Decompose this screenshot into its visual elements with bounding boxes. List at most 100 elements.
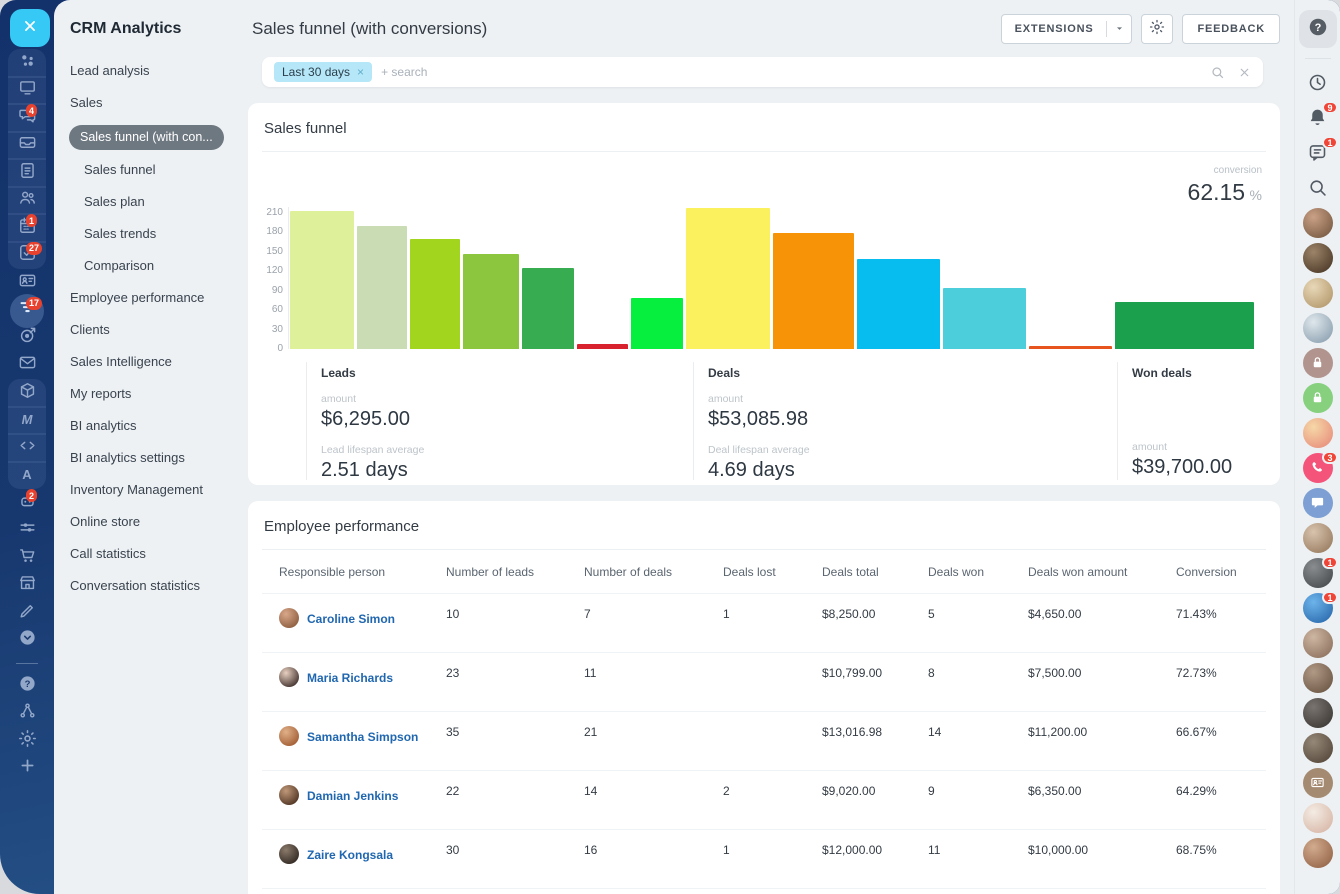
avatar[interactable] (1303, 243, 1333, 273)
person-link[interactable]: Caroline Simon (307, 612, 395, 626)
person-link[interactable]: Zaire Kongsala (307, 848, 393, 862)
person-link[interactable]: Maria Richards (307, 671, 393, 685)
nav-item[interactable]: BI analytics (70, 419, 246, 432)
rail-item-feed[interactable] (0, 77, 54, 105)
rail-item-settings[interactable] (0, 727, 54, 755)
funnel-bar-deals[interactable] (943, 288, 1026, 349)
right-rail-item-group-chat (1295, 485, 1340, 520)
help-button[interactable]: ? (1299, 10, 1337, 48)
nav-item[interactable]: Conversation statistics (70, 579, 246, 592)
rail-item-settings-sliders[interactable] (0, 517, 54, 545)
rail-item-marketing[interactable] (0, 324, 54, 352)
nav-item[interactable]: My reports (70, 387, 246, 400)
nav-item[interactable]: Employee performance (70, 291, 246, 304)
avatar[interactable] (1303, 733, 1333, 763)
rail-item-automation[interactable]: A (0, 462, 54, 490)
avatar[interactable] (1303, 418, 1333, 448)
rail-item-mail[interactable] (0, 352, 54, 380)
rail-item-calendar[interactable]: 1 (0, 214, 54, 242)
rail-item-add[interactable] (0, 755, 54, 783)
rail-item-crm[interactable]: 17 (0, 297, 54, 325)
funnel-bar-leads[interactable] (410, 239, 460, 349)
chat-people-icon[interactable] (1303, 488, 1333, 518)
nav-item[interactable]: Clients (70, 323, 246, 336)
nav-item[interactable]: Call statistics (70, 547, 246, 560)
nav-item[interactable]: Sales plan (70, 195, 246, 208)
rail-item-tasks[interactable]: 27 (0, 242, 54, 270)
column-header[interactable]: Deals won amount (1028, 565, 1176, 579)
chip-remove-icon[interactable]: × (357, 66, 364, 78)
nav-item[interactable]: Sales funnel (70, 163, 246, 176)
filter-search-bar[interactable]: Last 30 days × + search (262, 57, 1263, 87)
rail-item-more[interactable] (0, 627, 54, 655)
funnel-bar-leads[interactable] (463, 254, 519, 349)
column-header[interactable]: Number of leads (446, 565, 584, 579)
search-icon[interactable] (1210, 65, 1225, 80)
rail-item-sign[interactable] (0, 599, 54, 627)
column-header[interactable]: Deals total (822, 565, 928, 579)
person-link[interactable]: Damian Jenkins (307, 789, 398, 803)
funnel-bar-deals[interactable] (686, 208, 770, 349)
rail-item-rail-divider[interactable] (0, 654, 54, 672)
avatar[interactable] (1303, 838, 1333, 868)
rail-item-messenger[interactable]: 4 (0, 104, 54, 132)
menu-close-button[interactable] (10, 9, 50, 47)
column-header[interactable]: Conversion (1176, 565, 1266, 579)
funnel-bar-leads[interactable] (357, 226, 407, 349)
nav-item[interactable]: Comparison (70, 259, 246, 272)
avatar[interactable] (1303, 803, 1333, 833)
rail-item-contacts[interactable] (0, 269, 54, 297)
rail-item-store[interactable] (0, 544, 54, 572)
rail-item-employees[interactable] (0, 187, 54, 215)
rail-item-help[interactable]: ? (0, 672, 54, 700)
rail-item-warehouse[interactable] (0, 572, 54, 600)
lock-icon[interactable] (1303, 348, 1333, 378)
nav-item[interactable]: Sales Intelligence (70, 355, 246, 368)
chevron-down-icon[interactable] (1107, 23, 1131, 34)
column-header[interactable]: Responsible person (279, 565, 446, 579)
funnel-bar-leads[interactable] (522, 268, 574, 349)
rail-item-devops[interactable] (0, 434, 54, 462)
funnel-bar-deals[interactable] (773, 233, 854, 349)
nav-item[interactable]: Sales funnel (with con... (69, 125, 224, 150)
extensions-button[interactable]: EXTENSIONS (1001, 14, 1133, 44)
feedback-button[interactable]: FEEDBACK (1182, 14, 1280, 44)
funnel-bar-deals[interactable] (857, 259, 940, 349)
rail-item-documents[interactable] (0, 159, 54, 187)
avatar[interactable] (1303, 628, 1333, 658)
rail-item-pulse[interactable] (0, 49, 54, 77)
nav-item[interactable]: BI analytics settings (70, 451, 246, 464)
avatar[interactable] (1303, 663, 1333, 693)
avatar[interactable] (1303, 698, 1333, 728)
funnel-bar-leads[interactable] (631, 298, 683, 349)
search-icon[interactable] (1307, 177, 1328, 198)
funnel-bar-won-deals[interactable] (1115, 302, 1254, 349)
avatar[interactable] (1303, 278, 1333, 308)
funnel-bar-leads[interactable] (577, 344, 628, 349)
avatar[interactable] (1303, 313, 1333, 343)
settings-button[interactable] (1141, 14, 1173, 44)
nav-item[interactable]: Sales (70, 96, 246, 109)
nav-item[interactable]: Inventory Management (70, 483, 246, 496)
rail-item-sites[interactable] (0, 379, 54, 407)
funnel-bar-leads[interactable] (290, 211, 354, 349)
rail-item-copilot[interactable]: 2 (0, 489, 54, 517)
column-header[interactable]: Deals lost (723, 565, 822, 579)
avatar[interactable] (1303, 208, 1333, 238)
avatar[interactable] (1303, 523, 1333, 553)
filter-chip[interactable]: Last 30 days × (274, 62, 372, 82)
lock-icon[interactable] (1303, 383, 1333, 413)
funnel-bar-deals[interactable] (1029, 346, 1112, 349)
nav-item[interactable]: Sales trends (70, 227, 246, 240)
person-link[interactable]: Samantha Simpson (307, 730, 418, 744)
rail-item-structure[interactable] (0, 700, 54, 728)
idcard-icon[interactable] (1303, 768, 1333, 798)
nav-item[interactable]: Lead analysis (70, 64, 246, 77)
rail-item-market[interactable]: M (0, 407, 54, 435)
column-header[interactable]: Number of deals (584, 565, 723, 579)
clear-search-icon[interactable] (1238, 66, 1251, 79)
history-icon[interactable] (1307, 72, 1328, 93)
rail-item-inbox[interactable] (0, 132, 54, 160)
column-header[interactable]: Deals won (928, 565, 1028, 579)
nav-item[interactable]: Online store (70, 515, 246, 528)
